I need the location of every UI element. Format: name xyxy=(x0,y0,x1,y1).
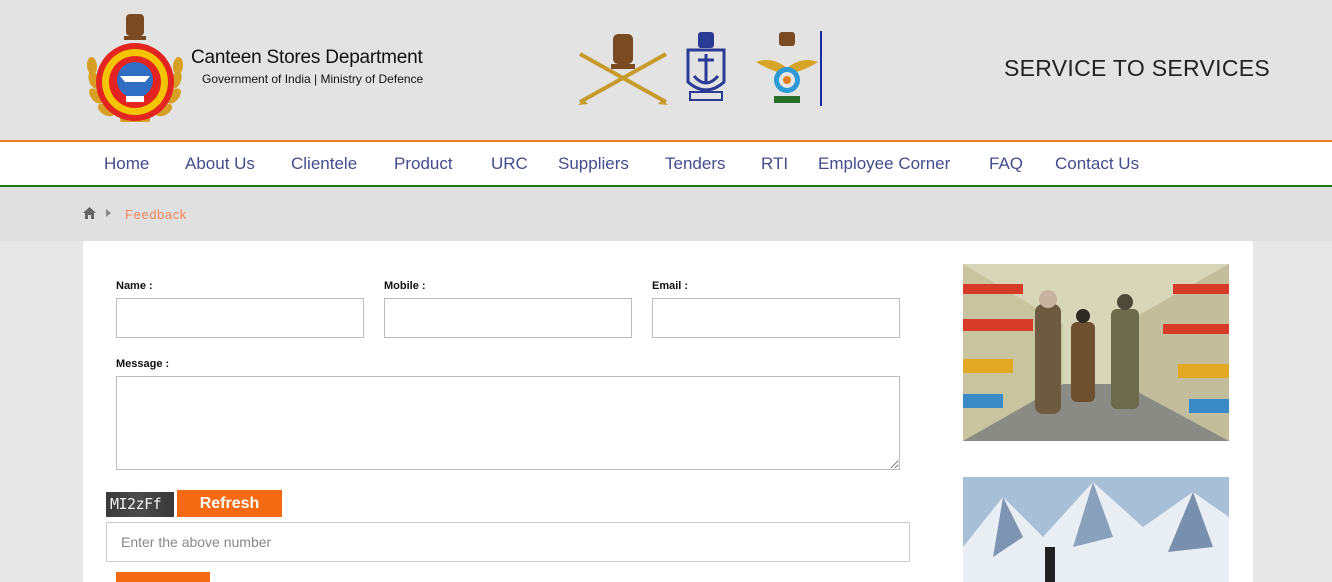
nav-home[interactable]: Home xyxy=(104,154,149,174)
email-label: Email : xyxy=(652,280,689,292)
nav-contact-us[interactable]: Contact Us xyxy=(1055,154,1139,174)
nav-rti[interactable]: RTI xyxy=(761,154,788,174)
mountain-photo xyxy=(963,477,1229,582)
captcha-image: MI2zFf xyxy=(106,492,174,517)
nav-urc[interactable]: URC xyxy=(491,154,528,174)
breadcrumb-current: Feedback xyxy=(125,207,187,222)
csd-logo-icon[interactable] xyxy=(84,10,186,128)
nav-clientele[interactable]: Clientele xyxy=(291,154,357,174)
nav-faq[interactable]: FAQ xyxy=(989,154,1023,174)
site-header: Canteen Stores Department Government of … xyxy=(0,0,1332,140)
name-input[interactable] xyxy=(116,298,364,338)
breadcrumb-arrow-icon xyxy=(106,209,111,217)
site-tagline: SERVICE TO SERVICES xyxy=(1004,55,1271,81)
name-label: Name : xyxy=(116,280,153,292)
nav-product[interactable]: Product xyxy=(394,154,453,174)
main-nav: Home About Us Clientele Product URC Supp… xyxy=(0,140,1332,187)
feedback-panel: Name : Mobile : Email : Message : MI2zFf… xyxy=(83,241,1253,582)
home-icon[interactable] xyxy=(83,207,96,219)
header-divider xyxy=(820,31,822,106)
army-emblem-icon xyxy=(578,34,668,105)
captcha-input[interactable] xyxy=(106,522,910,562)
airforce-emblem-icon xyxy=(756,32,818,103)
message-textarea[interactable] xyxy=(116,376,900,470)
brand-subtitle: Government of India | Ministry of Defenc… xyxy=(202,72,424,86)
breadcrumb: Feedback xyxy=(0,187,1332,241)
brand-title: Canteen Stores Department xyxy=(191,47,423,68)
navy-emblem-icon xyxy=(686,32,726,101)
mobile-label: Mobile : xyxy=(384,280,426,292)
nav-about-us[interactable]: About Us xyxy=(185,154,255,174)
mobile-input[interactable] xyxy=(384,298,632,338)
nav-tenders[interactable]: Tenders xyxy=(665,154,725,174)
nav-suppliers[interactable]: Suppliers xyxy=(558,154,629,174)
email-input[interactable] xyxy=(652,298,900,338)
refresh-captcha-button[interactable]: Refresh xyxy=(177,490,282,517)
submit-button[interactable] xyxy=(116,572,210,582)
store-aisle-photo xyxy=(963,264,1229,441)
message-label: Message : xyxy=(116,358,170,370)
nav-employee-corner[interactable]: Employee Corner xyxy=(818,154,950,174)
